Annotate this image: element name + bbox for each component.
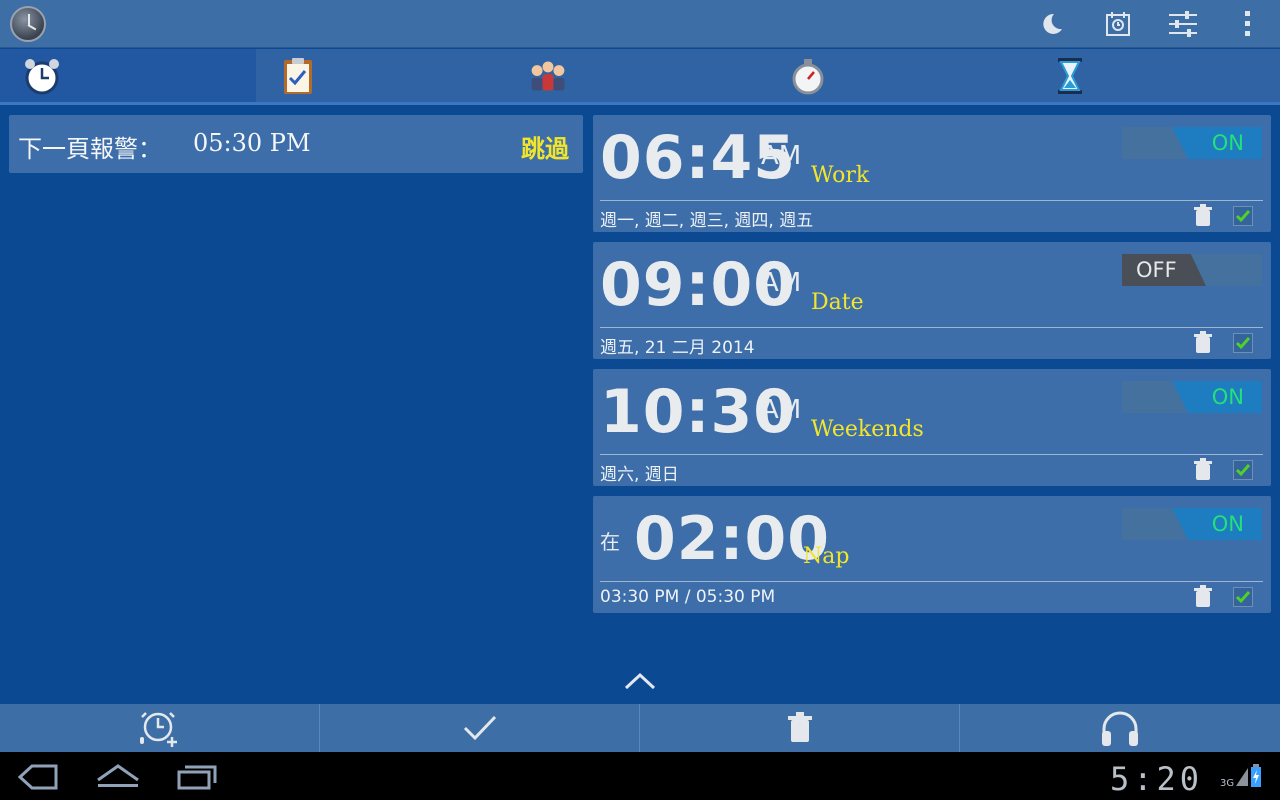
select-all-button[interactable] [320, 704, 640, 752]
alarm-label: Weekends [811, 417, 924, 442]
tab-stopwatch[interactable] [768, 49, 1024, 102]
alarm-checkbox[interactable] [1233, 460, 1253, 480]
calendar-icon [1106, 12, 1130, 36]
next-alarm-label: 下一頁報警： [18, 135, 162, 163]
alarm-prefix: 在 [600, 530, 620, 554]
next-alarm-panel: 下一頁報警： 05:30 PM 跳過 [9, 115, 583, 173]
alarm-checkbox[interactable] [1233, 206, 1253, 226]
tab-contacts[interactable] [512, 49, 768, 102]
sliders-icon [1169, 11, 1197, 37]
alarm-ampm: AM [761, 268, 802, 298]
back-icon[interactable] [18, 764, 58, 790]
tab-alarms[interactable] [0, 49, 256, 102]
trash-icon[interactable] [1193, 585, 1213, 609]
alarm-label: Date [811, 290, 864, 315]
trash-icon[interactable] [1193, 458, 1213, 482]
alarm-repeat-days: 週六, 週日 [600, 465, 679, 485]
checkmark-icon [1235, 210, 1251, 223]
toggle-off-state: OFF [1122, 254, 1206, 286]
alarm-repeat-days: 03:30 PM / 05:30 PM [600, 587, 776, 607]
alarm-sound-button[interactable] [960, 704, 1280, 752]
home-icon[interactable] [96, 762, 140, 790]
checkmark-icon [1235, 464, 1251, 477]
settings-button[interactable] [1155, 0, 1211, 48]
divider [600, 581, 1263, 582]
action-bar [0, 0, 1280, 48]
signal-icon [1236, 768, 1248, 786]
tab-timer[interactable] [1024, 49, 1280, 102]
skip-button[interactable]: 跳過 [521, 129, 569, 164]
hourglass-tab-icon [1058, 57, 1082, 94]
toggle-on-state: ON [1172, 381, 1262, 413]
alarm-ampm: AM [761, 395, 802, 425]
alarm-toggle[interactable]: ON [1122, 508, 1262, 540]
divider [600, 454, 1263, 455]
alarm-card[interactable]: 在 02:00 Nap ON 03:30 PM / 05:30 PM [593, 496, 1271, 613]
alarm-ampm: AM [761, 141, 802, 171]
alarm-card[interactable]: 06:45 AM Work ON 週一, 週二, 週三, 週四, 週五 [593, 115, 1271, 232]
network-type: 3G [1220, 778, 1235, 789]
alarm-toggle[interactable]: ON [1122, 381, 1262, 413]
trash-icon [787, 712, 812, 742]
checkmark-icon [463, 715, 496, 741]
calendar-button[interactable] [1090, 0, 1146, 48]
tab-bar [0, 49, 1280, 105]
checkmark-icon [1235, 591, 1251, 604]
alarm-time: 02:00 [634, 504, 830, 574]
divider [600, 200, 1263, 201]
system-clock: 5:20 [1110, 760, 1204, 798]
trash-icon[interactable] [1193, 204, 1213, 228]
alarm-clock-tab-icon [25, 58, 59, 94]
alarm-clock-app-icon[interactable] [10, 6, 46, 42]
add-alarm-button[interactable] [0, 704, 320, 752]
next-alarm-time: 05:30 PM [193, 129, 311, 157]
clipboard-checklist-tab-icon [284, 57, 312, 94]
battery-charging-icon [1251, 764, 1261, 787]
alarm-toggle[interactable]: OFF [1122, 254, 1262, 286]
delete-button[interactable] [640, 704, 960, 752]
alarm-label: Nap [803, 544, 850, 569]
chevron-up-icon[interactable] [622, 670, 658, 692]
bottom-action-bar [0, 704, 1280, 752]
toggle-on-state: ON [1172, 508, 1262, 540]
trash-icon[interactable] [1193, 331, 1213, 355]
overflow-menu-button[interactable] [1220, 0, 1276, 48]
moon-icon [1043, 13, 1062, 34]
tab-tasks[interactable] [256, 49, 512, 102]
alarm-toggle[interactable]: ON [1122, 127, 1262, 159]
alarm-checkbox[interactable] [1233, 333, 1253, 353]
checkmark-icon [1235, 337, 1251, 350]
recent-apps-icon[interactable] [177, 764, 217, 790]
alarm-card[interactable]: 09:00 AM Date OFF 週五, 21 二月 2014 [593, 242, 1271, 359]
overflow-menu-icon [1245, 11, 1250, 36]
divider [600, 327, 1263, 328]
headphones-icon [1102, 711, 1138, 746]
people-group-tab-icon [531, 60, 565, 91]
alarm-label: Work [811, 163, 870, 188]
alarm-repeat-days: 週五, 21 二月 2014 [600, 338, 755, 358]
system-navigation-bar: 5:20 3G [0, 752, 1280, 800]
alarm-card[interactable]: 10:30 AM Weekends ON 週六, 週日 [593, 369, 1271, 486]
toggle-on-state: ON [1172, 127, 1262, 159]
alarm-repeat-days: 週一, 週二, 週三, 週四, 週五 [600, 211, 814, 231]
alarm-checkbox[interactable] [1233, 587, 1253, 607]
stopwatch-tab-icon [792, 58, 824, 94]
add-alarm-voice-icon [139, 712, 177, 747]
night-mode-button[interactable] [1023, 0, 1079, 48]
